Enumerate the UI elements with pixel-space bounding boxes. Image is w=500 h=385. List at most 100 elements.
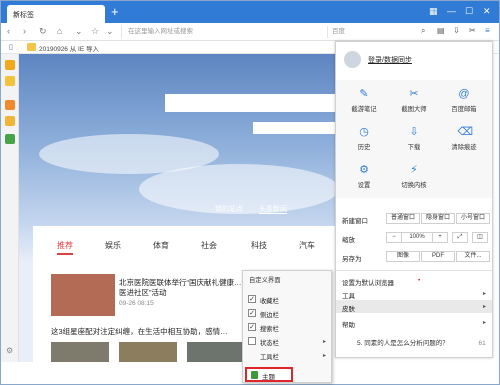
sidebar-tool-icon[interactable] bbox=[5, 116, 15, 126]
bookmark-toggle-icon[interactable]: ▯ bbox=[9, 43, 13, 51]
link-my-sites[interactable]: 我的站点 bbox=[215, 206, 243, 213]
submenu-arrow-icon: ▸ bbox=[322, 353, 326, 359]
checkbox-checked-icon: ✓ bbox=[248, 295, 256, 303]
download-icon: ⇩ bbox=[409, 126, 419, 138]
search-input[interactable]: 百度 bbox=[327, 26, 417, 38]
tab-recommend[interactable]: 推荐 bbox=[57, 240, 73, 255]
menu-divider bbox=[336, 270, 492, 271]
menu-screenshot-button[interactable]: ✂ 截图大师 bbox=[389, 88, 439, 113]
fullscreen-icon[interactable]: ⤢ bbox=[452, 232, 468, 243]
small-window-button[interactable]: 小号窗口 bbox=[456, 213, 490, 224]
submenu-arrow-icon: ▸ bbox=[482, 320, 486, 326]
menu-settings-button[interactable]: ⚙ 设置 bbox=[339, 164, 389, 189]
private-window-button[interactable]: 隐身窗口 bbox=[421, 213, 455, 224]
minimize-icon[interactable]: — bbox=[447, 6, 456, 16]
sidebar-rss-icon[interactable] bbox=[5, 100, 15, 110]
folder-icon bbox=[27, 43, 36, 51]
menu-help[interactable]: 帮助 ▸ bbox=[336, 316, 492, 329]
zoom-out-button[interactable]: − bbox=[386, 232, 402, 243]
sidebar-settings-icon[interactable]: ⚙ bbox=[6, 346, 13, 355]
extensions-icon[interactable]: ▤ bbox=[437, 26, 445, 35]
login-link[interactable]: 登录/数据同步 bbox=[368, 55, 412, 65]
checkbox-unchecked-icon bbox=[248, 337, 256, 345]
toggle-favorites-bar[interactable]: ✓ 收藏栏 bbox=[243, 293, 331, 306]
maximize-icon[interactable]: ☐ bbox=[465, 6, 473, 17]
url-input[interactable]: 在这里输入网址或搜索 bbox=[121, 26, 321, 38]
tab-close-icon[interactable]: ✕ bbox=[13, 9, 99, 18]
toggle-search-bar[interactable]: ✓ 搜索栏 bbox=[243, 321, 331, 334]
browser-window: 新标签 ✕ + ▦ — ☐ ✕ ‹ › ↻ ⌂ ⌄ ☆ ⌄ 在这里输入网址或搜索… bbox=[0, 0, 500, 385]
toggle-toolbar[interactable]: 工具栏 ▸ bbox=[243, 349, 331, 362]
menu-download-button[interactable]: ⇩ 下载 bbox=[389, 126, 439, 151]
menu-tools[interactable]: 工具 ▸ bbox=[336, 287, 492, 300]
page-search-box[interactable] bbox=[165, 94, 335, 112]
star-icon[interactable]: ☆ bbox=[91, 26, 99, 37]
close-window-icon[interactable]: ✕ bbox=[483, 6, 491, 17]
back-icon[interactable]: ‹ bbox=[7, 26, 10, 36]
customize-ui-context-menu: 自定义界面 ✓ 收藏栏 ✓ 侧边栏 ✓ 搜索栏 状态栏 ▸ 工具栏 ▸ 主题 bbox=[242, 270, 332, 383]
submenu-arrow-icon: ▸ bbox=[482, 291, 486, 297]
news-list-item[interactable]: 5. 同素的人是怎么分析问题的？ 61 bbox=[357, 337, 486, 347]
home-icon[interactable]: ⌂ bbox=[57, 26, 62, 36]
theme-menu-item[interactable]: 主题 bbox=[245, 367, 293, 382]
menu-icon[interactable]: ≡ bbox=[485, 26, 490, 35]
tab-entertainment[interactable]: 娱乐 bbox=[105, 240, 121, 251]
zoom-label: 缩放 bbox=[342, 237, 355, 244]
toggle-sidebar[interactable]: ✓ 侧边栏 bbox=[243, 307, 331, 320]
avatar[interactable] bbox=[344, 51, 361, 68]
address-bar: ‹ › ↻ ⌂ ⌄ ☆ ⌄ 在这里输入网址或搜索 百度 ⌕ ▤ ⇩ ✂ ≡ bbox=[1, 23, 499, 41]
notice-dot: • bbox=[418, 277, 421, 284]
save-as-label: 另存为 bbox=[342, 256, 362, 263]
menu-notes-button[interactable]: ✎ 截游笔记 bbox=[339, 88, 389, 113]
bookmark-folder[interactable]: 20190926 从 IE 导入 bbox=[39, 43, 99, 53]
toggle-status-bar[interactable]: 状态栏 ▸ bbox=[243, 335, 331, 348]
forward-icon[interactable]: › bbox=[23, 26, 26, 36]
sidebar-favorites-icon[interactable] bbox=[5, 60, 15, 70]
context-menu-header: 自定义界面 bbox=[249, 277, 281, 284]
page-search-button[interactable] bbox=[253, 122, 335, 134]
menu-skin[interactable]: 皮肤 ▸ bbox=[336, 300, 492, 313]
checkbox-checked-icon: ✓ bbox=[248, 309, 256, 317]
reading-mode-icon[interactable]: ◫ bbox=[472, 232, 488, 243]
menu-history-button[interactable]: ◷ 历史 bbox=[339, 126, 389, 151]
note-icon: ✎ bbox=[359, 88, 369, 100]
dropdown-icon[interactable]: ⌄ bbox=[75, 26, 83, 37]
sidebar-app-icon[interactable] bbox=[5, 134, 15, 144]
new-window-label: 新建窗口 bbox=[342, 218, 368, 225]
save-file-button[interactable]: 文件... bbox=[456, 251, 490, 262]
news-date: 09-26 08:15 bbox=[119, 300, 154, 307]
refresh-icon[interactable]: ↻ bbox=[39, 26, 47, 37]
checkbox-checked-icon: ✓ bbox=[248, 323, 256, 331]
history-dropdown-icon[interactable]: ⌄ bbox=[106, 26, 114, 37]
download-toolbar-icon[interactable]: ⇩ bbox=[453, 26, 460, 35]
save-pdf-button[interactable]: PDF bbox=[421, 251, 455, 262]
tab-society[interactable]: 社会 bbox=[201, 240, 217, 251]
tab-auto[interactable]: 汽车 bbox=[299, 240, 315, 251]
menu-header: 登录/数据同步 bbox=[336, 42, 492, 78]
tab-tech[interactable]: 科技 bbox=[251, 240, 267, 251]
menu-kernel-button[interactable]: ⚡ 切换内核 bbox=[389, 164, 439, 189]
zoom-in-button[interactable]: + bbox=[432, 232, 448, 243]
menu-mail-button[interactable]: @ 百度邮箱 bbox=[439, 88, 489, 113]
news-thumbnail[interactable] bbox=[51, 274, 115, 316]
sidebar-notes-icon[interactable] bbox=[5, 76, 15, 86]
submenu-arrow-icon: ▸ bbox=[322, 339, 326, 345]
skin-icon[interactable]: ▦ bbox=[429, 6, 438, 17]
tab-sports[interactable]: 体育 bbox=[153, 240, 169, 251]
new-tab-button[interactable]: + bbox=[111, 5, 119, 18]
history-icon: ◷ bbox=[359, 126, 369, 138]
menu-set-default[interactable]: 设置为默认浏览器 • bbox=[336, 274, 492, 287]
news-thumbnail[interactable] bbox=[119, 342, 177, 362]
menu-clear-button[interactable]: ⌫ 清除痕迹 bbox=[439, 126, 489, 151]
link-headlines[interactable]: 头条新闻 bbox=[258, 206, 287, 214]
tab-new-tab[interactable]: 新标签 ✕ bbox=[7, 5, 105, 23]
search-icon[interactable]: ⌕ bbox=[421, 26, 425, 36]
save-image-button[interactable]: 图像 bbox=[386, 251, 420, 262]
submenu-arrow-icon: ▸ bbox=[482, 304, 486, 310]
news-thumbnail[interactable] bbox=[51, 342, 109, 362]
browser-main-menu: 登录/数据同步 ✎ 截游笔记 ✂ 截图大师 @ 百度邮箱 ◷ 历史 ⇩ 下载 ⌫ 清除痕迹 … bbox=[335, 41, 493, 358]
normal-window-button[interactable]: 普通窗口 bbox=[386, 213, 420, 224]
screenshot-toolbar-icon[interactable]: ✂ bbox=[469, 26, 476, 35]
news-thumbnail[interactable] bbox=[187, 342, 245, 362]
sidebar: ⚙ bbox=[1, 54, 19, 362]
